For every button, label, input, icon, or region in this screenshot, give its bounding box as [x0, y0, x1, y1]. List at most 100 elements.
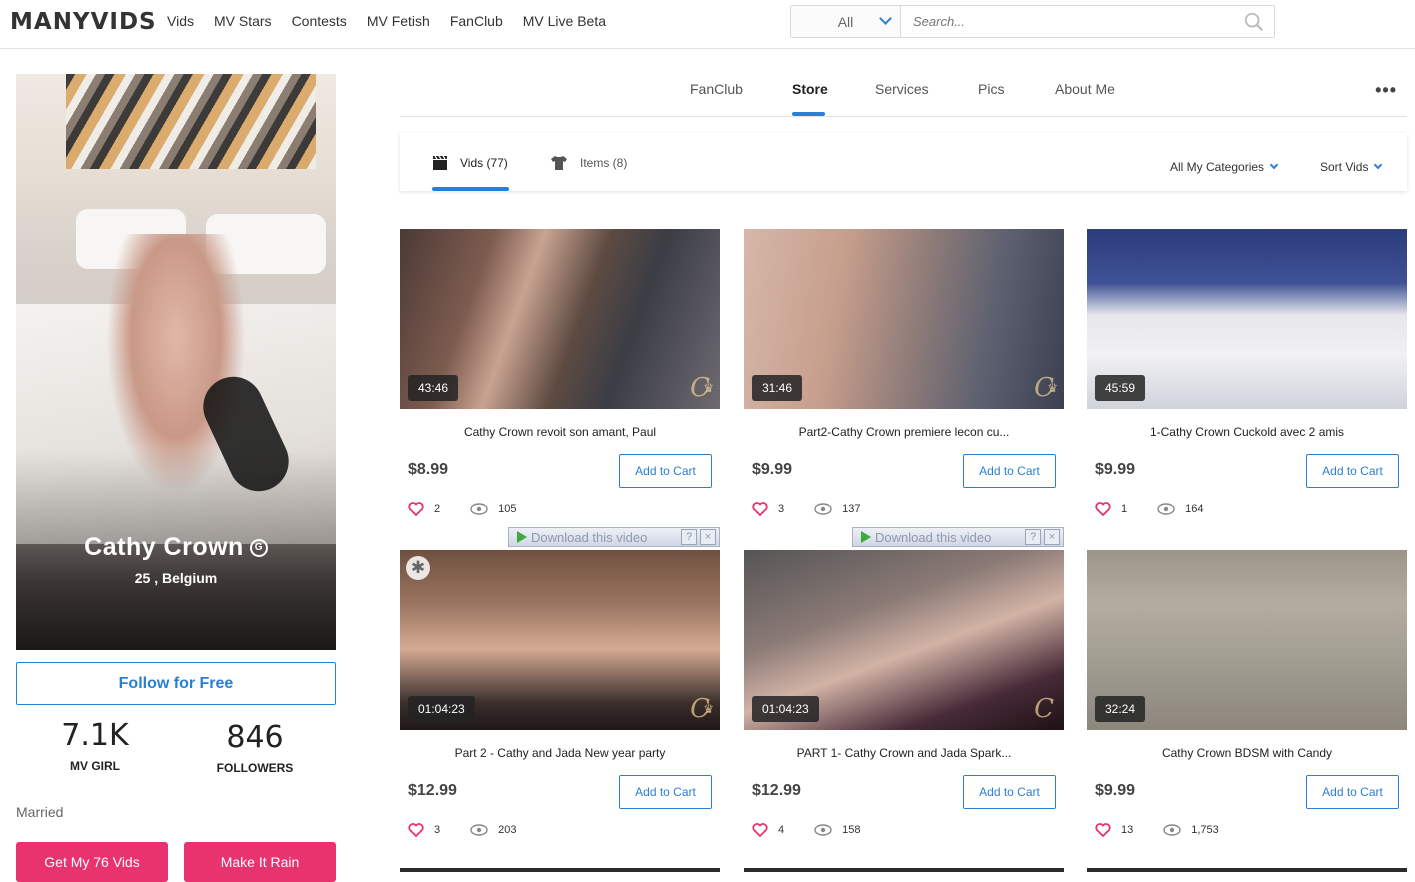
close-icon[interactable]: × [1044, 529, 1060, 545]
help-icon[interactable]: ? [681, 529, 697, 545]
add-to-cart-button[interactable]: Add to Cart [1306, 775, 1399, 809]
stat-value: 7.1K [61, 718, 129, 753]
video-thumbnail[interactable]: C 01:04:23 [744, 550, 1064, 730]
video-title[interactable]: Part 2 - Cathy and Jada New year party [400, 746, 720, 760]
asterisk-badge-icon: ✱ [406, 556, 430, 580]
tab-services[interactable]: Services [875, 81, 929, 97]
close-icon[interactable]: × [700, 529, 716, 545]
help-icon[interactable]: ? [1025, 529, 1041, 545]
download-video-bar[interactable]: Download this video ? × [508, 527, 720, 547]
more-options-icon[interactable]: ••• [1375, 80, 1397, 101]
eye-icon [1163, 824, 1181, 836]
add-to-cart-button[interactable]: Add to Cart [619, 454, 712, 488]
tab-pics[interactable]: Pics [978, 81, 1004, 97]
video-duration: 45:59 [1095, 375, 1146, 401]
video-stats: 13 1,753 [1095, 823, 1219, 837]
eye-icon [814, 824, 832, 836]
manyvids-logo[interactable]: MANYVIDS [10, 9, 157, 35]
chevron-down-icon [879, 12, 892, 25]
profile-name-row: Cathy Crown G [16, 533, 336, 562]
subtab-vids-label: Vids (77) [460, 156, 508, 170]
nav-mv-live-beta[interactable]: MV Live Beta [523, 13, 606, 29]
search-input[interactable] [901, 6, 1274, 37]
tab-about-me[interactable]: About Me [1055, 81, 1115, 97]
like-count: 3 [778, 503, 785, 515]
like-count: 1 [1121, 503, 1128, 515]
get-vids-button[interactable]: Get My 76 Vids [16, 842, 168, 882]
subtab-items[interactable]: Items (8) [550, 155, 627, 171]
video-stats: 2 105 [408, 502, 516, 516]
play-icon [517, 531, 527, 543]
stat-value: 846 [226, 720, 284, 755]
heart-icon[interactable] [752, 823, 768, 837]
profile-tabs: FanClub Store Services Pics About Me ••• [400, 70, 1407, 117]
video-duration: 01:04:23 [752, 696, 819, 722]
add-to-cart-button[interactable]: Add to Cart [963, 775, 1056, 809]
download-bar-label: Download this video [531, 529, 648, 545]
top-navbar: MANYVIDS Vids MV Stars Contests MV Fetis… [0, 0, 1415, 49]
like-count: 13 [1121, 824, 1134, 836]
stat-label: FOLLOWERS [216, 761, 294, 775]
video-thumbnail[interactable]: C ♛ 43:46 [400, 229, 720, 409]
video-price: $9.99 [1095, 461, 1136, 478]
video-thumbnail[interactable]: ✱ C ♛ 01:04:23 [400, 550, 720, 730]
video-price: $8.99 [408, 461, 449, 478]
eye-icon [470, 503, 488, 515]
video-thumbnail[interactable]: 32:24 [1087, 550, 1407, 730]
heart-icon[interactable] [1095, 823, 1111, 837]
download-video-bar[interactable]: Download this video ? × [852, 527, 1064, 547]
video-title[interactable]: PART 1- Cathy Crown and Jada Spark... [744, 746, 1064, 760]
nav-vids[interactable]: Vids [167, 13, 194, 29]
video-stats: 3 137 [752, 502, 860, 516]
video-thumbnail[interactable]: C ♛ 31:46 [744, 229, 1064, 409]
search-scope-select[interactable]: All [791, 6, 901, 37]
video-thumbnail[interactable]: 45:59 [1087, 229, 1407, 409]
relationship-status: Married [16, 804, 64, 820]
heart-icon[interactable] [408, 823, 424, 837]
add-to-cart-button[interactable]: Add to Cart [619, 775, 712, 809]
add-to-cart-button[interactable]: Add to Cart [1306, 454, 1399, 488]
nav-mv-stars[interactable]: MV Stars [214, 13, 272, 29]
video-price: $9.99 [752, 461, 793, 478]
like-count: 3 [434, 824, 441, 836]
make-it-rain-button[interactable]: Make It Rain [184, 842, 336, 882]
add-to-cart-button[interactable]: Add to Cart [963, 454, 1056, 488]
nav-contests[interactable]: Contests [292, 13, 347, 29]
profile-photo[interactable]: Cathy Crown G 25 , Belgium [16, 74, 336, 650]
profile-location: 25 , Belgium [134, 570, 218, 586]
sort-filter-label: Sort Vids [1320, 160, 1369, 174]
video-title[interactable]: Cathy Crown revoit son amant, Paul [400, 425, 720, 439]
video-title[interactable]: 1-Cathy Crown Cuckold avec 2 amis [1087, 425, 1407, 439]
video-duration: 01:04:23 [408, 696, 475, 722]
view-count: 1,753 [1191, 824, 1219, 836]
nav-fanclub[interactable]: FanClub [450, 13, 503, 29]
category-filter[interactable]: All My Categories [1170, 160, 1279, 174]
nav-mv-fetish[interactable]: MV Fetish [367, 13, 430, 29]
follow-button[interactable]: Follow for Free [16, 662, 336, 705]
tab-fanclub[interactable]: FanClub [690, 81, 743, 97]
video-duration: 31:46 [752, 375, 803, 401]
store-subbar: Vids (77) Items (8) All My Categories So… [400, 133, 1407, 191]
wall-painting [66, 74, 316, 169]
eye-icon [470, 824, 488, 836]
heart-icon[interactable] [408, 502, 424, 516]
video-card: C 01:04:23 PART 1- Cathy Crown and Jada … [744, 550, 1064, 850]
sort-filter[interactable]: Sort Vids [1320, 160, 1383, 174]
subtab-vids[interactable]: Vids (77) [432, 155, 508, 171]
video-title[interactable]: Part2-Cathy Crown premiere lecon cu... [744, 425, 1064, 439]
heart-icon[interactable] [752, 502, 768, 516]
video-title[interactable]: Cathy Crown BDSM with Candy [1087, 746, 1407, 760]
view-count: 137 [842, 503, 861, 515]
search-icon[interactable] [1243, 11, 1265, 33]
video-price: $9.99 [1095, 782, 1136, 799]
tab-store[interactable]: Store [792, 81, 828, 97]
watermark-logo: C [1034, 694, 1054, 724]
video-price: $12.99 [408, 782, 457, 799]
eye-icon [1157, 503, 1175, 515]
stat-mv-girl: 7.1K MV GIRL [40, 718, 150, 773]
chevron-down-icon [1269, 160, 1279, 170]
profile-name: Cathy Crown [84, 533, 244, 561]
tshirt-icon [551, 156, 567, 170]
video-stats: 3 203 [408, 823, 516, 837]
heart-icon[interactable] [1095, 502, 1111, 516]
